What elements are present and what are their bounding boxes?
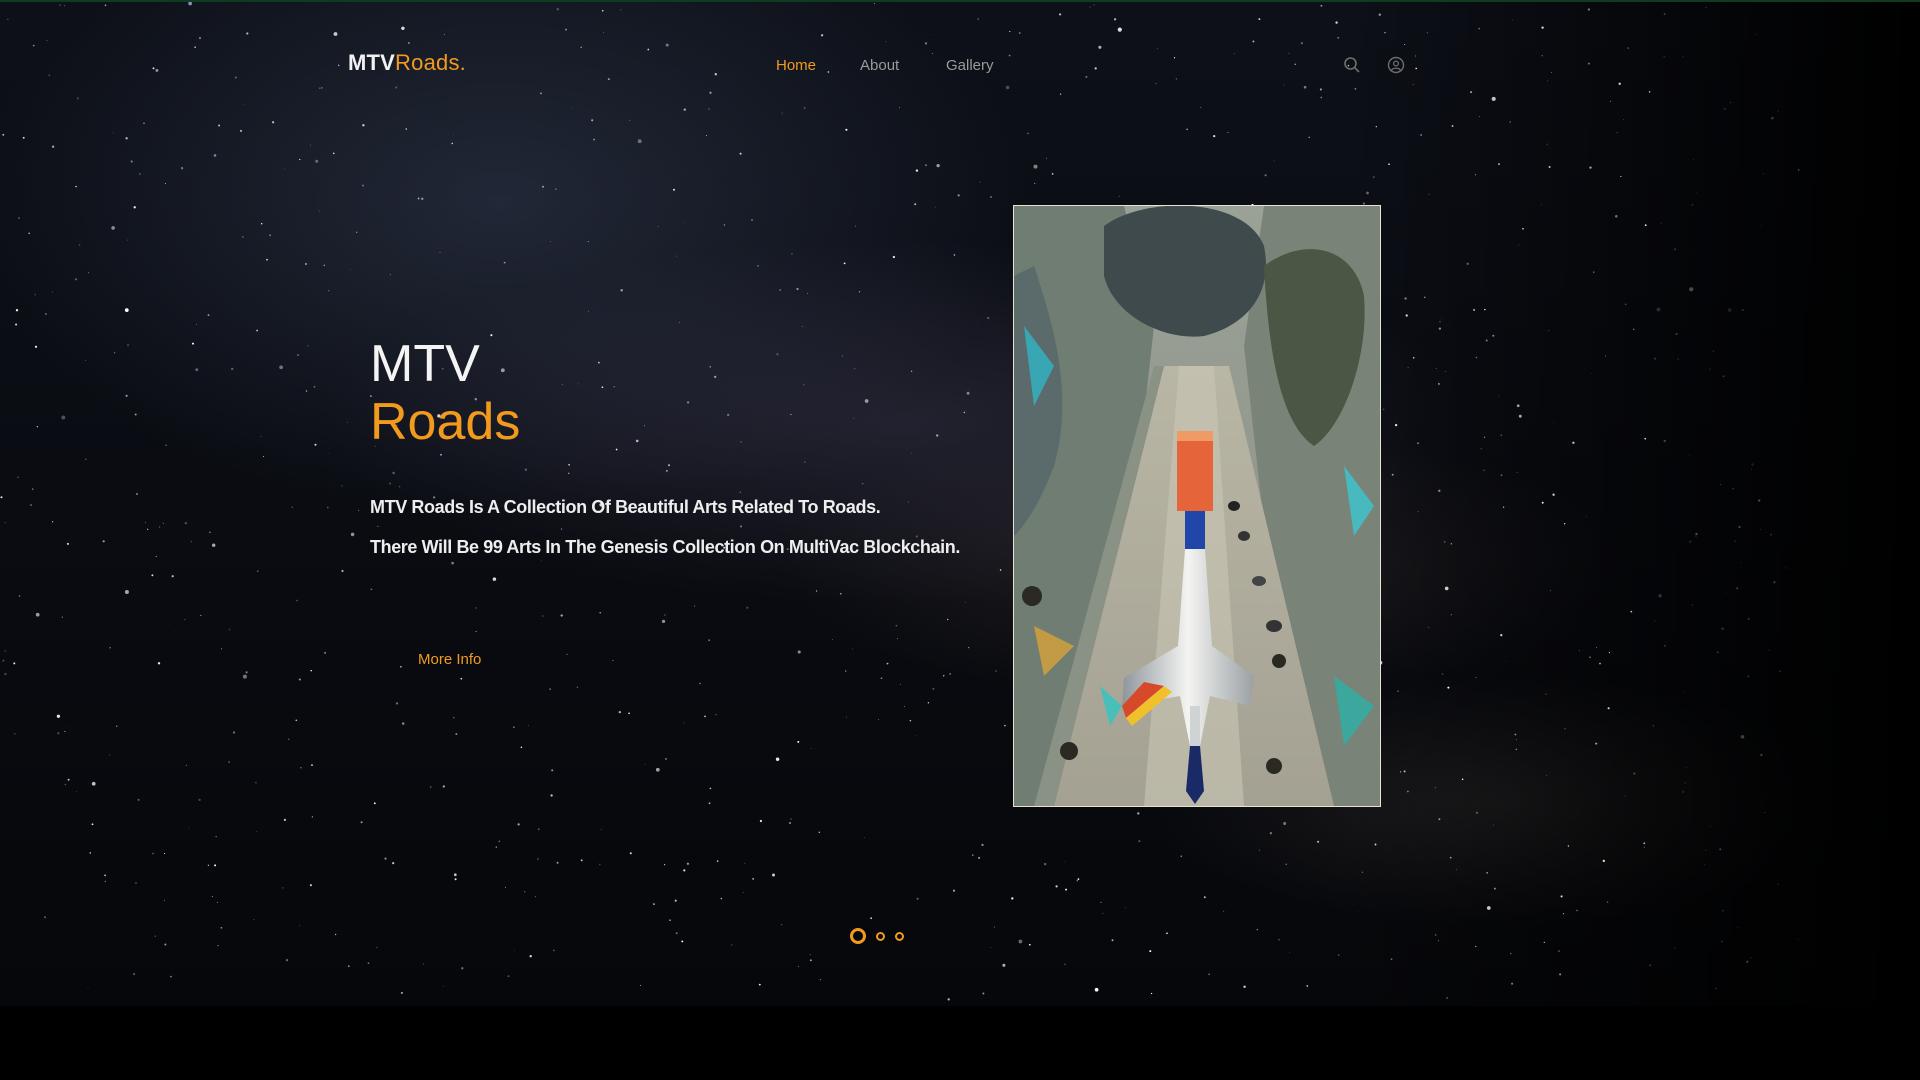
slider-dots <box>850 928 904 944</box>
starfield-background <box>0 2 1800 1001</box>
brand-logo-part2: Roads <box>395 50 460 75</box>
hero-description-line1: MTV Roads Is A Collection Of Beautiful A… <box>370 497 881 517</box>
slider-dot-2[interactable] <box>876 931 885 941</box>
brand-logo[interactable]: MTVRoads. <box>348 50 466 76</box>
artwork-image <box>1013 205 1381 807</box>
brand-logo-dot: . <box>459 50 466 75</box>
page: MTVRoads. Home About Gallery MTV Roads M… <box>0 0 1920 1080</box>
user-icon[interactable] <box>1387 56 1405 74</box>
nav-item-home[interactable]: Home <box>776 57 860 74</box>
nav-item-about[interactable]: About <box>860 57 946 74</box>
slider-dot-1[interactable] <box>850 928 866 944</box>
more-info-button[interactable]: More Info <box>398 647 501 672</box>
search-icon[interactable] <box>1343 56 1361 74</box>
hero-title-line1: MTV <box>370 335 480 393</box>
slider-dot-3[interactable] <box>895 931 904 941</box>
main-nav: Home About Gallery <box>776 57 1016 74</box>
hero-section: MTVRoads. Home About Gallery MTV Roads M… <box>0 2 1920 1006</box>
shuttle-artwork <box>1014 206 1380 806</box>
brand-logo-part1: MTV <box>348 50 396 75</box>
nav-item-gallery[interactable]: Gallery <box>946 57 1016 74</box>
hero-title-line2: Roads <box>370 393 521 451</box>
hero-description-line2: There Will Be 99 Arts In The Genesis Col… <box>370 537 960 557</box>
